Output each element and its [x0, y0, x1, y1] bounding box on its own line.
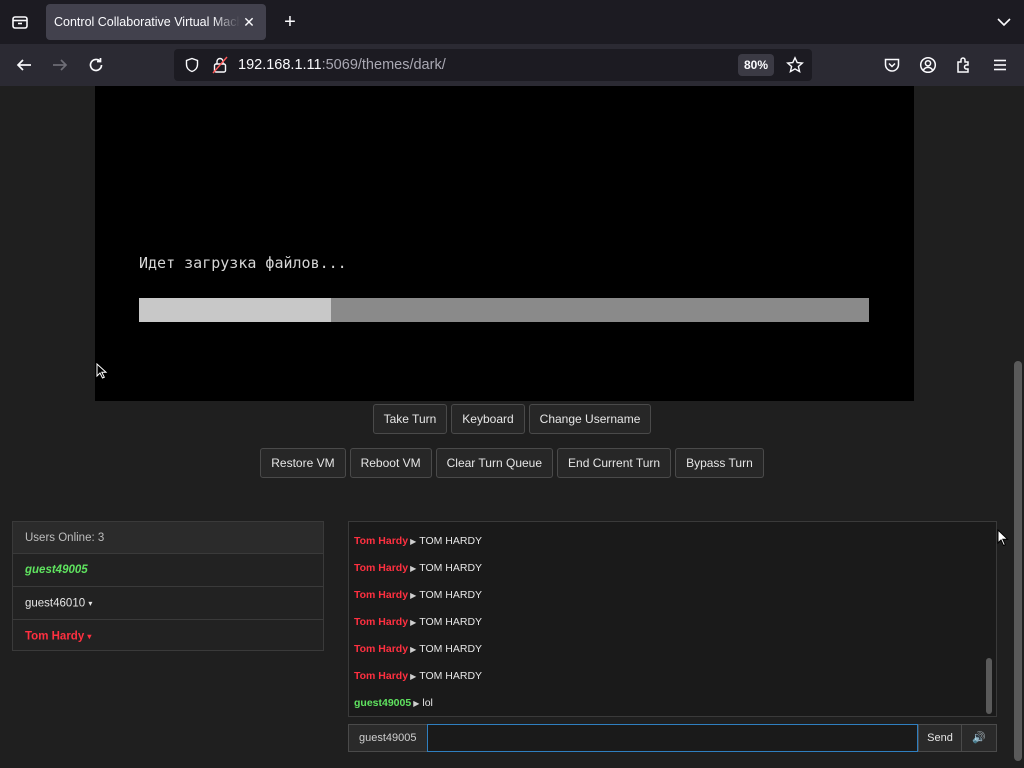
change-username-button[interactable]: Change Username [528, 404, 652, 434]
chat-arrow-icon: ▶ [413, 699, 420, 708]
username: Tom Hardy [25, 630, 85, 643]
bookmark-star-icon[interactable] [786, 56, 804, 79]
url-host: 192.168.1.11 [238, 57, 322, 73]
chat-message-text: TOM HARDY [419, 589, 483, 601]
turn-controls-row: Take Turn Keyboard Change Username [0, 404, 1024, 434]
chat-message: Tom Hardy ▶ TOM HARDY [354, 586, 482, 604]
chat-message-username[interactable]: guest49005 [354, 697, 411, 709]
tab-title: Control Collaborative Virtual Machine [54, 15, 240, 29]
chat-message-text: TOM HARDY [419, 562, 483, 574]
mouse-pointer-icon [997, 529, 1009, 547]
dropdown-caret-icon[interactable]: ▾ [88, 599, 92, 608]
forward-arrow-icon[interactable] [48, 53, 72, 77]
chat-message: Tom Hardy ▶ TOM HARDY [354, 667, 482, 685]
bypass-turn-button[interactable]: Bypass Turn [675, 448, 764, 478]
tab-close-icon[interactable]: ✕ [240, 14, 258, 31]
chat-arrow-icon: ▶ [410, 591, 417, 600]
extensions-icon[interactable] [952, 53, 976, 77]
users-online-panel: Users Online: 3 guest49005 guest46010 ▾ … [12, 521, 324, 651]
chat-message-text: TOM HARDY [419, 535, 483, 547]
tab-bar: Control Collaborative Virtual Machine ✕ … [0, 0, 1024, 44]
url-text[interactable]: 192.168.1.11:5069/themes/dark/ [238, 57, 446, 73]
clear-turn-queue-button[interactable]: Clear Turn Queue [435, 448, 554, 478]
user-list-item[interactable]: guest46010 ▾ [13, 587, 323, 620]
keyboard-button[interactable]: Keyboard [451, 404, 525, 434]
reload-icon[interactable] [84, 53, 108, 77]
user-list-item[interactable]: Tom Hardy ▾ [13, 620, 323, 653]
chat-input-row: guest49005 Send 🔊 [348, 724, 997, 752]
end-current-turn-button[interactable]: End Current Turn [557, 448, 672, 478]
pocket-icon[interactable] [880, 53, 904, 77]
users-online-header: Users Online: 3 [13, 522, 323, 554]
dropdown-caret-icon[interactable]: ▾ [87, 632, 91, 641]
chat-message: Tom Hardy ▶ TOM HARDY [354, 640, 482, 658]
chat-message-username[interactable]: Tom Hardy [354, 670, 408, 682]
menu-hamburger-icon[interactable] [988, 53, 1012, 77]
url-path: :5069/themes/dark/ [321, 57, 446, 73]
chat-message: Tom Hardy ▶ TOM HARDY [354, 532, 482, 550]
chevron-down-icon[interactable] [994, 12, 1014, 32]
chat-message: Tom Hardy ▶ TOM HARDY [354, 613, 482, 631]
mouse-pointer-icon [96, 363, 108, 379]
browser-tab-active[interactable]: Control Collaborative Virtual Machine ✕ [46, 4, 266, 40]
url-bar[interactable]: 192.168.1.11:5069/themes/dark/ 80% [174, 49, 812, 81]
account-icon[interactable] [916, 53, 940, 77]
vm-display[interactable]: Идет загрузка файлов... [95, 86, 914, 401]
chat-message-username[interactable]: Tom Hardy [354, 643, 408, 655]
chat-message-text: TOM HARDY [419, 616, 483, 628]
chat-log[interactable]: Tom Hardy ▶ TOM HARDY Tom Hardy ▶ TOM HARDY To… [348, 521, 997, 717]
page-content: Идет загрузка файлов... Take Turn Keyboar… [0, 86, 1024, 768]
user-list-item[interactable]: guest49005 [13, 554, 323, 587]
chat-message: Tom Hardy ▶ TOM HARDY [354, 559, 482, 577]
vote-controls-row: Restore VM Reboot VM Clear Turn Queue End C… [0, 448, 1024, 478]
username: guest46010 [25, 597, 86, 610]
take-turn-button[interactable]: Take Turn [372, 404, 448, 434]
chat-message-username[interactable]: Tom Hardy [354, 616, 408, 628]
chat-username-label: guest49005 [348, 724, 428, 752]
navigation-bar: 192.168.1.11:5069/themes/dark/ 80% [0, 44, 1024, 86]
chat-arrow-icon: ▶ [410, 537, 417, 546]
username: guest49005 [25, 564, 88, 576]
chat-scrollbar[interactable] [986, 658, 992, 714]
chat-message-text: TOM HARDY [419, 670, 483, 682]
chat-message: guest49005 ▶ lol [354, 694, 433, 712]
volume-icon[interactable]: 🔊 [961, 724, 997, 752]
chat-arrow-icon: ▶ [410, 672, 417, 681]
chat-message-text: TOM HARDY [419, 643, 483, 655]
zoom-level-badge[interactable]: 80% [738, 54, 775, 76]
back-arrow-icon[interactable] [12, 53, 36, 77]
chat-message-text: lol [422, 697, 433, 709]
vm-progress-fill [139, 298, 331, 322]
firefox-view-icon[interactable] [8, 10, 32, 34]
chat-message-username[interactable]: Tom Hardy [354, 589, 408, 601]
chat-arrow-icon: ▶ [410, 564, 417, 573]
send-button[interactable]: Send [918, 724, 962, 752]
restore-vm-button[interactable]: Restore VM [260, 448, 346, 478]
new-tab-button[interactable]: + [278, 10, 302, 34]
chat-arrow-icon: ▶ [410, 645, 417, 654]
chat-message-input[interactable] [427, 724, 918, 752]
insecure-lock-icon[interactable] [212, 56, 228, 79]
reboot-vm-button[interactable]: Reboot VM [349, 448, 432, 478]
chat-message-username[interactable]: Tom Hardy [354, 562, 408, 574]
chat-arrow-icon: ▶ [410, 618, 417, 627]
chat-message-username[interactable]: Tom Hardy [354, 535, 408, 547]
page-scrollbar[interactable] [1014, 361, 1022, 761]
shield-icon[interactable] [184, 57, 200, 78]
vm-progress-bar [139, 298, 869, 322]
vm-boot-message: Идет загрузка файлов... [139, 254, 347, 272]
